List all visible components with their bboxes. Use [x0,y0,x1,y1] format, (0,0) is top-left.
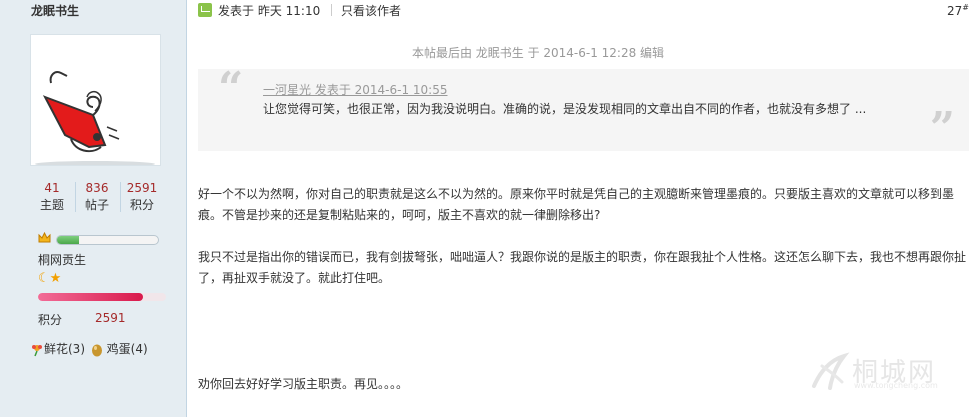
stat-posts[interactable]: 836 帖子 [76,180,118,214]
posted-time: 昨天 11:10 [257,4,321,18]
site-watermark: 桐城网 www.tongcheng.com [808,352,958,392]
stat-credits[interactable]: 2591 积分 [121,180,163,214]
quote-block: “ 一河星光 发表于 2014-6-1 10:55 让您觉得可笑，也很正常，因为… [198,63,969,154]
post-time: 发表于 昨天 11:10 [218,2,320,19]
egg-icon [91,344,102,356]
edited-note: 本帖最后由 龙眠书生 于 2014-6-1 12:28 编辑 [411,46,665,60]
credit-label: 积分 [38,313,63,327]
stat-topics[interactable]: 41 主题 [31,180,73,214]
post-header: 发表于 昨天 11:10 只看该作者 27# [198,0,977,22]
posted-label: 发表于 [218,4,255,18]
flower-icon [32,344,42,356]
credit-row: 积分 2591 [38,311,126,328]
gifts-row: 鲜花(3) 鸡蛋(4) [30,340,148,357]
user-group-link[interactable]: 桐网贡生 [38,251,86,268]
post-paragraph: 好一个不以为然啊，你对自己的职责就是这么不以为然的。原来你平时就是凭自己的主观臆… [198,187,955,222]
quote-text: 让您觉得可笑，也很正常，因为我没说明白。准确的说，是没发现相同的文章出自不同的作… [263,102,867,116]
only-author-link[interactable]: 只看该作者 [341,2,401,19]
stat-credits-label: 积分 [129,198,154,212]
credit-value: 2591 [95,311,126,325]
stat-topics-label: 主题 [39,198,64,212]
open-quote-icon: “ [218,63,244,114]
stat-credits-value: 2591 [126,181,158,195]
floor-mark: # [962,3,969,12]
credit-progress-bar [38,293,166,301]
post-paragraph: 我只不过是指出你的错误而已，我有剑拔弩张，咄咄逼人？我跟你说的是版主的职责，你在… [198,250,967,285]
level-progress-fill [57,236,80,244]
stat-posts-label: 帖子 [84,198,109,212]
close-quote-icon: ” [929,103,955,154]
author-sidebar: 龙眠书生 41 主题 836 帖子 2591 积分 桐网贡生 ☾★ 积分 259… [0,0,187,417]
avatar[interactable] [31,35,160,167]
credit-progress-fill [38,293,143,301]
rank-moon-star-icon: ☾★ [38,271,62,286]
author-stats: 41 主题 836 帖子 2591 积分 [31,180,163,216]
header-divider [331,4,332,16]
quote-author-link[interactable]: 一河星光 发表于 2014-6-1 10:55 [263,81,448,98]
level-progress-bar [56,235,159,245]
watermark-url: www.tongcheng.com [854,381,938,390]
stat-posts-value: 836 [85,181,109,195]
crown-icon [38,231,51,243]
avatar-image [31,35,160,167]
gift-egg-label[interactable]: 鸡蛋(4) [107,342,148,356]
stat-topics-value: 41 [44,181,60,195]
floor-number-link[interactable]: 27# [947,3,969,18]
floor-number: 27 [947,4,963,18]
watermark-logo-icon [812,352,850,390]
online-status-icon [198,3,212,17]
gift-flower-label[interactable]: 鲜花(3) [44,342,85,356]
author-name-link[interactable]: 龙眠书生 [31,2,79,19]
